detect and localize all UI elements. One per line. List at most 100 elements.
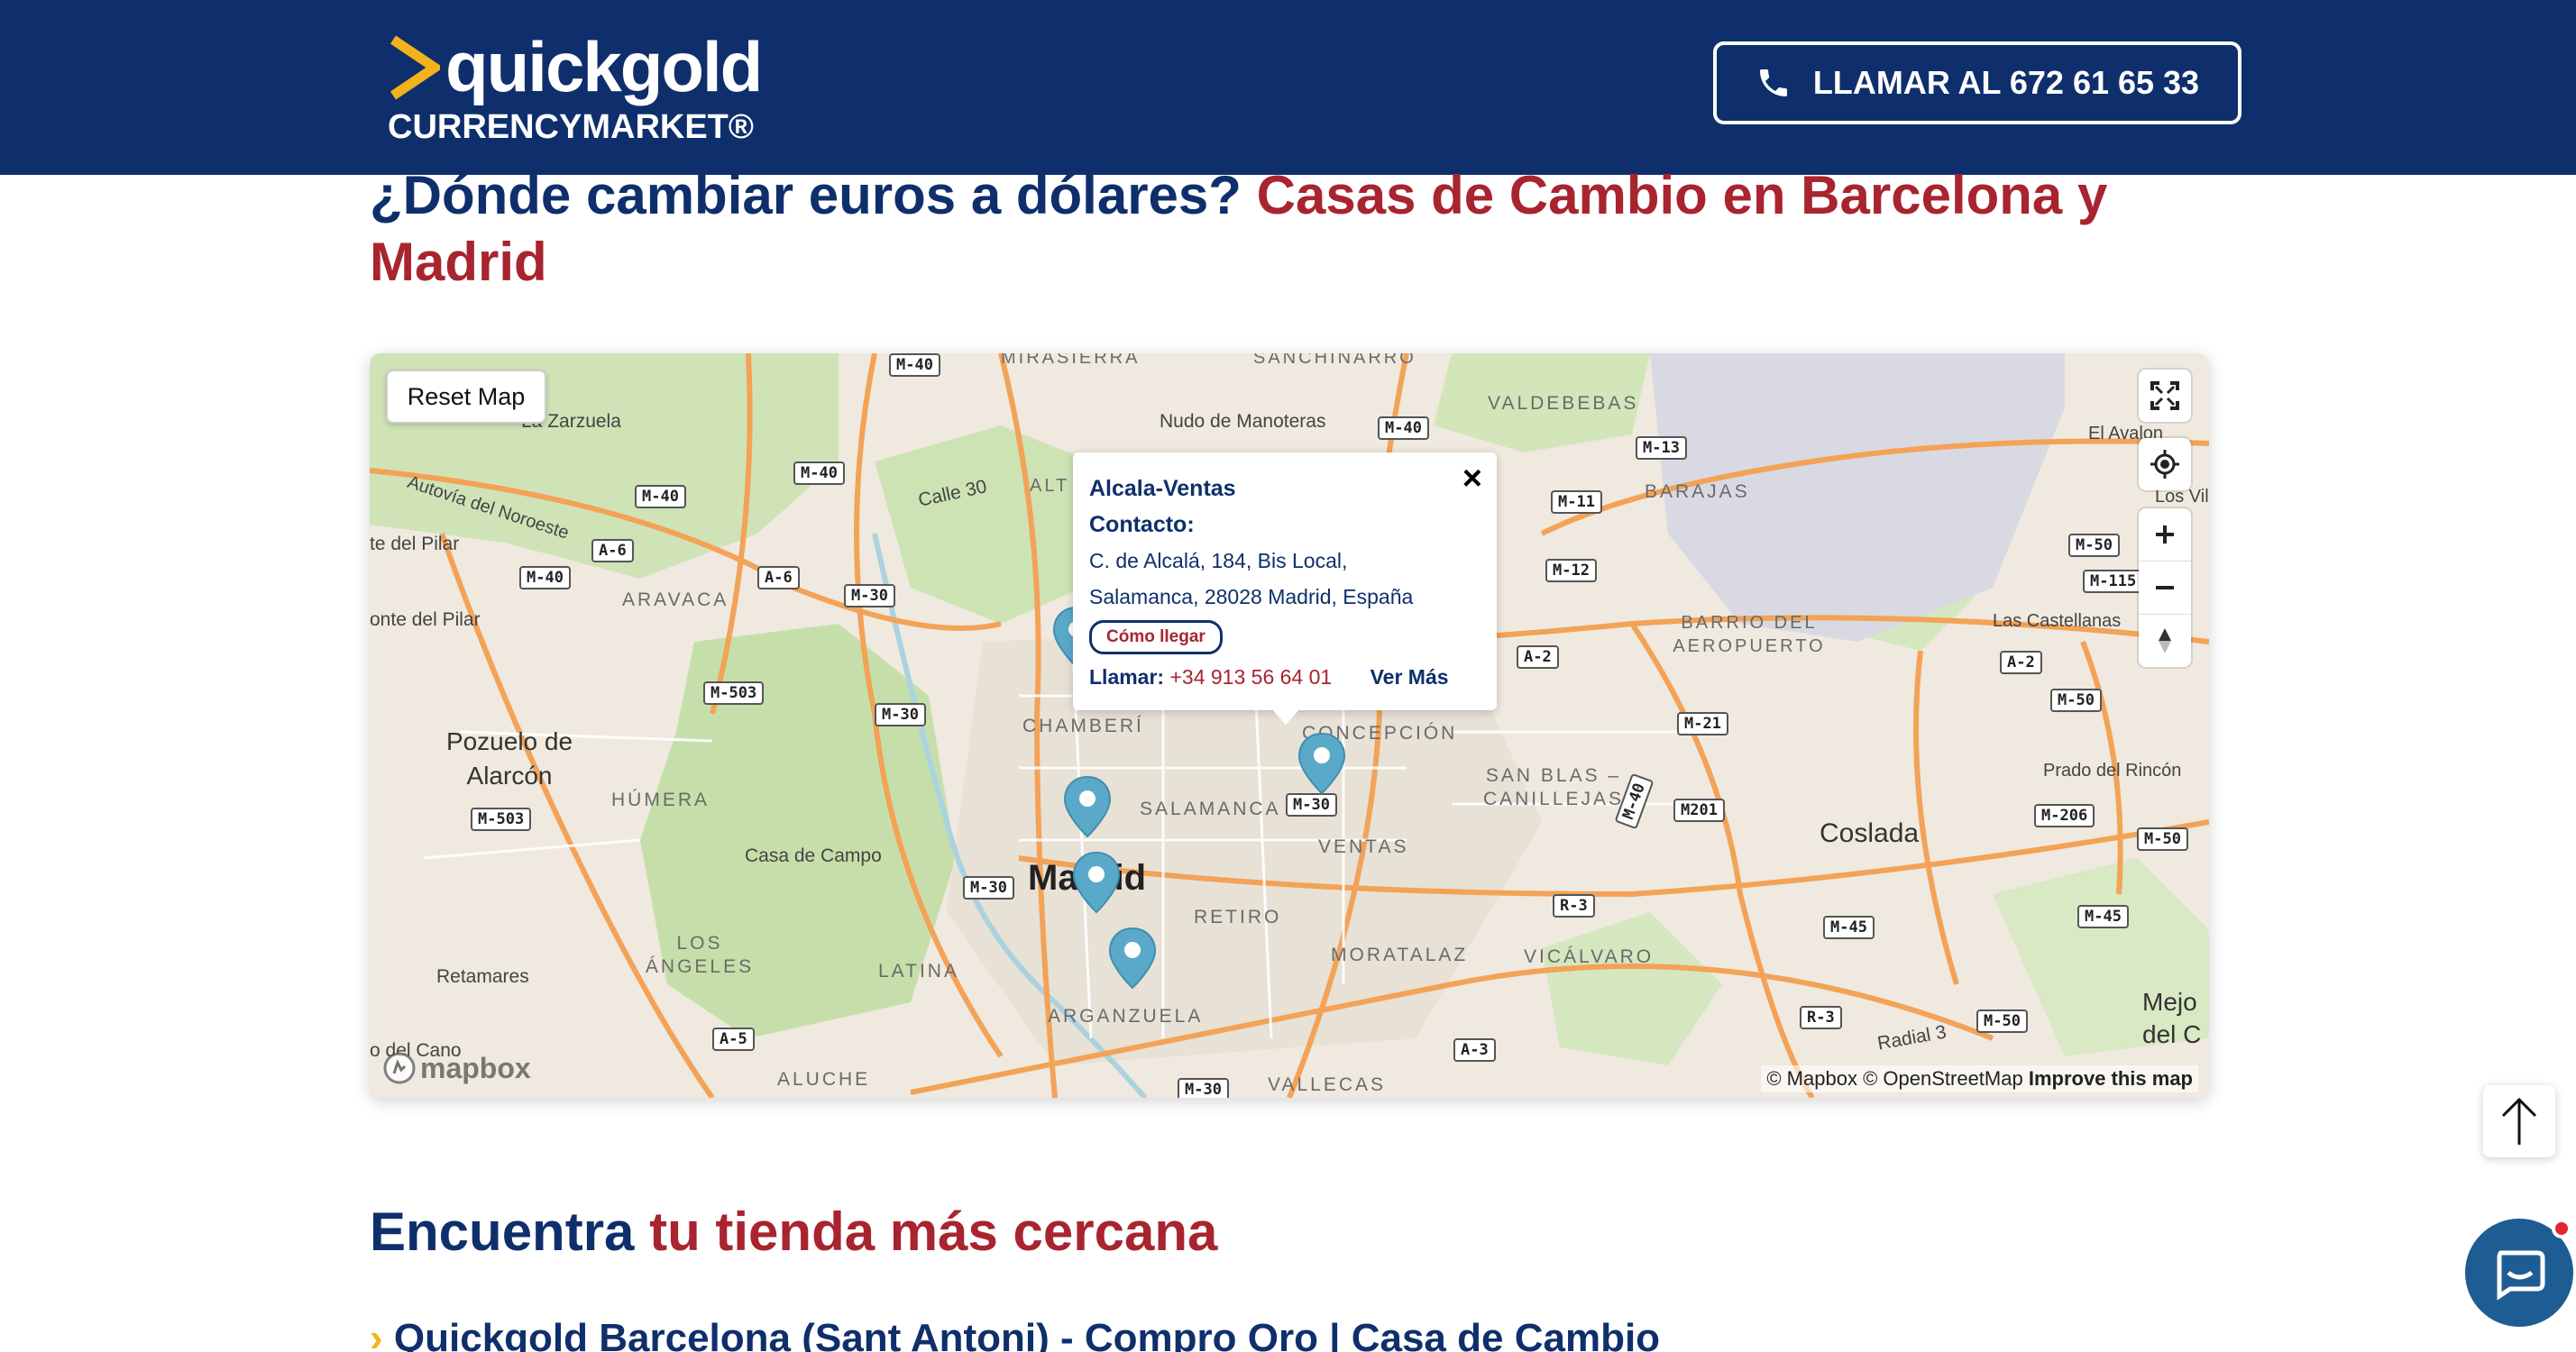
place-label: SAN BLAS – CANILLEJAS xyxy=(1482,765,1625,809)
compass-icon xyxy=(2159,628,2171,653)
road-shield: M-12 xyxy=(1545,559,1597,582)
place-label: Retamares xyxy=(436,966,529,987)
zoom-out-button[interactable] xyxy=(2139,562,2191,615)
road-shield: M-30 xyxy=(1178,1078,1229,1098)
road-shield: M-40 xyxy=(1378,416,1429,440)
store-map[interactable]: MIRASIERRA SANCHINARRO VALDEBEBAS El Ava… xyxy=(370,353,2209,1098)
road-shield: M-50 xyxy=(2137,827,2188,851)
mapbox-icon xyxy=(383,1052,416,1084)
place-label: VENTAS xyxy=(1318,836,1409,857)
place-label: HÚMERA xyxy=(611,790,710,810)
section-title-part2: tu tienda más cercana xyxy=(649,1201,1218,1262)
phone-icon xyxy=(1759,69,1787,96)
geolocate-control xyxy=(2139,438,2191,490)
place-label: MIRASIERRA xyxy=(1001,353,1141,368)
road-shield: M-11 xyxy=(1551,490,1602,514)
road-shield: R-3 xyxy=(1553,894,1595,918)
map-pin[interactable] xyxy=(1107,927,1158,991)
place-label: ARGANZUELA xyxy=(1048,1006,1204,1027)
map-pin[interactable] xyxy=(1297,732,1347,797)
road-shield: M-40 xyxy=(519,566,571,589)
call-row: Llamar: +34 913 56 64 01 Ver Más xyxy=(1089,662,1481,692)
place-label: SANCHINARRO xyxy=(1253,353,1416,368)
road-shield: M-40 xyxy=(889,353,940,377)
osm-attribution-link[interactable]: © OpenStreetMap xyxy=(1863,1067,2023,1090)
road-shield: M-50 xyxy=(1976,1009,2028,1033)
road-shield: A-2 xyxy=(2000,651,2042,674)
brand-logo[interactable]: quickgold CURRENCYMARKET® xyxy=(388,22,784,157)
road-shield: M-13 xyxy=(1636,436,1687,460)
place-label: VALDEBEBAS xyxy=(1488,393,1639,414)
chat-icon xyxy=(2497,1250,2545,1301)
mapbox-attribution-link[interactable]: © Mapbox xyxy=(1766,1067,1857,1090)
place-label: ARAVACA xyxy=(622,589,729,610)
ver-mas-link[interactable]: Ver Más xyxy=(1371,665,1449,689)
place-label: te del Pilar xyxy=(370,534,460,554)
scroll-to-top-button[interactable] xyxy=(2483,1085,2555,1157)
page-title-part1: ¿Dónde cambiar euros a dólares? xyxy=(370,165,1242,225)
address-line-1: C. de Alcalá, 184, Bis Local, xyxy=(1089,549,1348,572)
call-button[interactable]: LLAMAR AL 672 61 65 33 xyxy=(1713,41,2241,124)
road-shield: M-45 xyxy=(2077,905,2129,928)
section-title: Encuentra tu tienda más cercana xyxy=(370,1199,1217,1265)
road-shield: M-50 xyxy=(2068,534,2120,557)
mapbox-wordmark: mapbox xyxy=(420,1051,531,1084)
road-shield: M-40 xyxy=(793,461,845,485)
road-shield: A-2 xyxy=(1517,645,1559,669)
zoom-in-icon xyxy=(2156,525,2174,544)
road-shield: M-30 xyxy=(875,703,926,726)
road-shield: M-206 xyxy=(2034,804,2095,827)
place-label: onte del Pilar xyxy=(370,609,481,630)
map-pin[interactable] xyxy=(1062,775,1113,840)
place-label: BARRIO DEL AEROPUERTO xyxy=(1673,613,1826,656)
page-title: ¿Dónde cambiar euros a dólares? Casas de… xyxy=(370,162,2209,296)
fullscreen-button[interactable] xyxy=(2139,370,2191,422)
road-shield: M-115 xyxy=(2083,570,2144,593)
place-label: Las Castellanas xyxy=(1993,611,2122,631)
road-shield: M-45 xyxy=(1823,916,1875,939)
road-shield: M-40 xyxy=(635,485,686,508)
brand-name: quickgold xyxy=(445,27,763,106)
directions-button[interactable]: Cómo llegar xyxy=(1089,620,1223,654)
road-shield: A-6 xyxy=(591,539,634,562)
improve-map-link[interactable]: Improve this map xyxy=(2029,1067,2193,1090)
place-label: Prado del Rincón xyxy=(2043,761,2182,781)
place-label: SALAMANCA xyxy=(1140,799,1281,819)
place-label: RETIRO xyxy=(1194,907,1282,927)
store-list-item[interactable]: › Quickgold Barcelona (Sant Antoni) - Co… xyxy=(370,1316,1722,1352)
place-label: Pozuelo de Alarcón xyxy=(445,727,573,790)
road-shield: M-50 xyxy=(2050,689,2102,712)
road-shield: M-21 xyxy=(1677,712,1728,735)
road-shield: A-3 xyxy=(1453,1038,1496,1062)
road-shield: M-30 xyxy=(844,584,895,607)
place-label: LATINA xyxy=(878,961,959,982)
geolocate-button[interactable] xyxy=(2139,438,2191,490)
contact-label: Contacto: xyxy=(1089,512,1195,537)
zoom-out-icon xyxy=(2156,586,2174,589)
place-label: ALUCHE xyxy=(777,1069,871,1090)
place-label: CHAMBERÍ xyxy=(1022,716,1144,736)
arrow-up-icon xyxy=(2501,1097,2537,1145)
reset-map-button[interactable]: Reset Map xyxy=(386,370,546,424)
place-label: Mejo del C xyxy=(2142,988,2202,1048)
compass-button[interactable] xyxy=(2139,615,2191,667)
mapbox-logo[interactable]: mapbox xyxy=(382,1051,531,1085)
road-shield: M-30 xyxy=(963,876,1014,900)
road-shield: R-3 xyxy=(1800,1006,1842,1029)
road-shield: M-503 xyxy=(471,808,532,831)
navigation-control xyxy=(2139,508,2191,667)
map-pin[interactable] xyxy=(1071,851,1122,916)
place-label: ALT xyxy=(1030,476,1070,496)
road-shield: M-503 xyxy=(703,681,765,705)
place-label: VICÁLVARO xyxy=(1524,946,1655,967)
logo-arrow-icon xyxy=(390,35,440,100)
place-label: Nudo de Manoteras xyxy=(1160,411,1326,432)
list-bullet-arrow-icon: › xyxy=(370,1316,383,1352)
store-list-item-label: Quickgold Barcelona (Sant Antoni) - Comp… xyxy=(393,1316,1661,1352)
phone-link[interactable]: +34 913 56 64 01 xyxy=(1169,665,1332,689)
place-label: MORATALAZ xyxy=(1331,945,1469,965)
zoom-in-button[interactable] xyxy=(2139,508,2191,562)
popup-close-button[interactable]: × xyxy=(1462,460,1482,498)
place-label: LOS ÁNGELES xyxy=(645,933,755,977)
popup-tip xyxy=(1271,708,1300,725)
